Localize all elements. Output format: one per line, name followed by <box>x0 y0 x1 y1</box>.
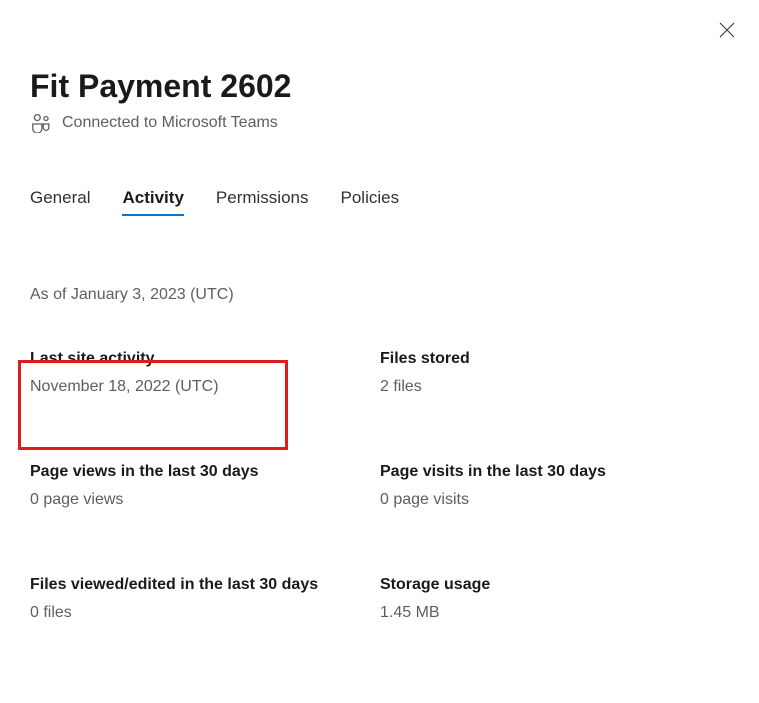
tab-activity[interactable]: Activity <box>122 188 183 216</box>
stat-label: Files stored <box>380 350 729 368</box>
stat-page-visits: Page visits in the last 30 days 0 page v… <box>380 457 729 515</box>
stat-label: Last site activity <box>30 350 380 368</box>
stat-label: Files viewed/edited in the last 30 days <box>30 576 380 594</box>
stat-files-stored: Files stored 2 files <box>380 344 729 402</box>
stat-value: 0 page visits <box>380 491 729 509</box>
teams-icon <box>30 113 52 133</box>
as-of-date: As of January 3, 2023 (UTC) <box>30 286 729 304</box>
tab-general[interactable]: General <box>30 188 90 216</box>
stat-last-activity: Last site activity November 18, 2022 (UT… <box>30 344 380 402</box>
stat-files-viewed: Files viewed/edited in the last 30 days … <box>30 570 380 628</box>
stat-label: Page views in the last 30 days <box>30 463 380 481</box>
stat-label: Storage usage <box>380 576 729 594</box>
tab-bar: General Activity Permissions Policies <box>30 188 729 216</box>
stat-value: 0 page views <box>30 491 380 509</box>
stat-page-views: Page views in the last 30 days 0 page vi… <box>30 457 380 515</box>
stats-grid: Last site activity November 18, 2022 (UT… <box>30 344 729 628</box>
panel-header: Fit Payment 2602 Connected to Microsoft … <box>30 68 729 133</box>
page-title: Fit Payment 2602 <box>30 68 729 105</box>
tab-policies[interactable]: Policies <box>341 188 400 216</box>
close-button[interactable] <box>717 22 737 42</box>
stat-value: 0 files <box>30 604 380 622</box>
connection-text: Connected to Microsoft Teams <box>62 114 278 132</box>
stat-value: 1.45 MB <box>380 604 729 622</box>
stat-value: 2 files <box>380 378 729 396</box>
stat-storage: Storage usage 1.45 MB <box>380 570 729 628</box>
stat-label: Page visits in the last 30 days <box>380 463 729 481</box>
connection-status: Connected to Microsoft Teams <box>30 113 729 133</box>
close-icon <box>719 22 735 43</box>
stat-value: November 18, 2022 (UTC) <box>30 378 380 396</box>
tab-permissions[interactable]: Permissions <box>216 188 309 216</box>
